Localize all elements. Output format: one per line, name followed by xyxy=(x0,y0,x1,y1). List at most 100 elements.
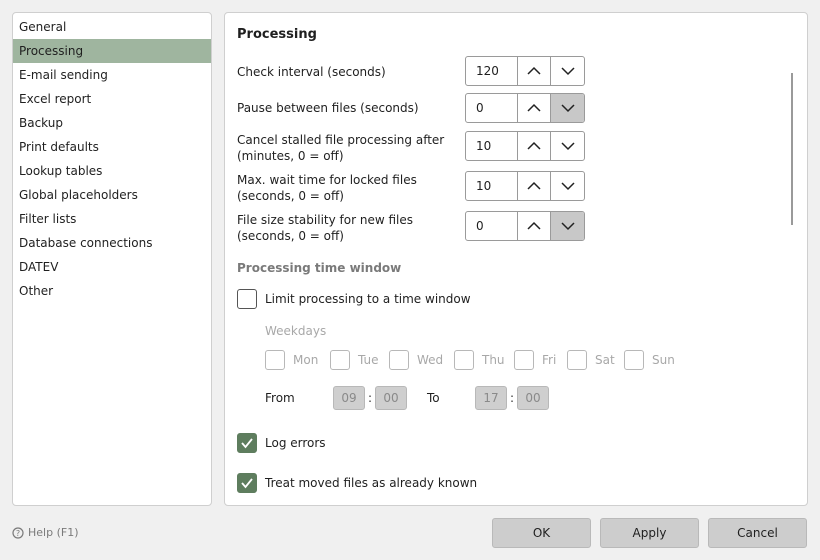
limit-time-window-row[interactable]: Limit processing to a time window xyxy=(237,289,471,309)
file-size-stability-spinner: 0 xyxy=(465,211,585,241)
weekday-checkbox[interactable] xyxy=(514,350,534,370)
to-label: To xyxy=(427,391,440,405)
chevron-up-icon xyxy=(527,141,541,150)
cancel-button[interactable]: Cancel xyxy=(708,518,807,548)
check-interval-spinner: 120 xyxy=(465,56,585,86)
check-interval-label: Check interval (seconds) xyxy=(237,65,386,79)
check-interval-input[interactable]: 120 xyxy=(466,57,518,85)
weekday-checkbox[interactable] xyxy=(265,350,285,370)
weekday-label: Tue xyxy=(358,353,379,367)
cancel-stalled-input[interactable]: 10 xyxy=(466,132,518,160)
sidebar-item-email-sending[interactable]: E-mail sending xyxy=(13,63,211,87)
weekday-sat[interactable]: Sat xyxy=(567,350,624,370)
checkmark-icon xyxy=(241,438,253,449)
file-size-stability-label: File size stability for new files (secon… xyxy=(237,213,413,243)
increment-button[interactable] xyxy=(518,57,551,85)
weekday-tue[interactable]: Tue xyxy=(330,350,389,370)
panel-title: Processing xyxy=(237,27,317,42)
weekday-label: Wed xyxy=(417,353,444,367)
sidebar-item-datev[interactable]: DATEV xyxy=(13,255,211,279)
help-link[interactable]: ? Help (F1) xyxy=(12,526,78,539)
chevron-down-icon xyxy=(560,222,575,231)
sidebar-item-database-connections[interactable]: Database connections xyxy=(13,231,211,255)
increment-button[interactable] xyxy=(518,212,551,240)
sidebar-item-lookup-tables[interactable]: Lookup tables xyxy=(13,159,211,183)
from-hour-input[interactable]: 09 xyxy=(333,386,365,410)
treat-moved-files-row[interactable]: Treat moved files as already known xyxy=(237,473,477,493)
sidebar-item-filter-lists[interactable]: Filter lists xyxy=(13,207,211,231)
increment-button[interactable] xyxy=(518,172,551,200)
max-wait-locked-label: Max. wait time for locked files (seconds… xyxy=(237,173,417,203)
chevron-down-icon xyxy=(560,142,575,151)
decrement-button[interactable] xyxy=(551,212,584,240)
sidebar-item-print-defaults[interactable]: Print defaults xyxy=(13,135,211,159)
sidebar-item-excel-report[interactable]: Excel report xyxy=(13,87,211,111)
sidebar-item-backup[interactable]: Backup xyxy=(13,111,211,135)
weekday-fri[interactable]: Fri xyxy=(514,350,567,370)
decrement-button[interactable] xyxy=(551,172,584,200)
apply-button[interactable]: Apply xyxy=(600,518,699,548)
processing-panel: Processing Check interval (seconds) 120 … xyxy=(224,12,808,506)
increment-button[interactable] xyxy=(518,94,551,122)
to-hour-input[interactable]: 17 xyxy=(475,386,507,410)
cancel-stalled-spinner: 10 xyxy=(465,131,585,161)
weekday-checkbox[interactable] xyxy=(624,350,644,370)
pause-between-files-input[interactable]: 0 xyxy=(466,94,518,122)
weekday-checkbox[interactable] xyxy=(389,350,409,370)
weekday-checkbox[interactable] xyxy=(454,350,474,370)
chevron-up-icon xyxy=(527,221,541,230)
weekday-checkbox[interactable] xyxy=(567,350,587,370)
sidebar-item-global-placeholders[interactable]: Global placeholders xyxy=(13,183,211,207)
weekday-thu[interactable]: Thu xyxy=(454,350,514,370)
chevron-down-icon xyxy=(560,67,575,76)
to-minute-input[interactable]: 00 xyxy=(517,386,549,410)
chevron-up-icon xyxy=(527,66,541,75)
file-size-stability-input[interactable]: 0 xyxy=(466,212,518,240)
chevron-up-icon xyxy=(527,103,541,112)
time-range-row: From 09 : 00 To 17 : 00 xyxy=(265,386,549,410)
weekday-label: Thu xyxy=(482,353,505,367)
decrement-button[interactable] xyxy=(551,132,584,160)
treat-moved-files-label: Treat moved files as already known xyxy=(265,476,478,490)
limit-time-window-label: Limit processing to a time window xyxy=(265,292,471,306)
ok-button[interactable]: OK xyxy=(492,518,591,548)
max-wait-locked-input[interactable]: 10 xyxy=(466,172,518,200)
svg-text:?: ? xyxy=(16,529,20,538)
help-icon: ? xyxy=(12,526,24,539)
chevron-down-icon xyxy=(560,182,575,191)
weekday-wed[interactable]: Wed xyxy=(389,350,454,370)
chevron-down-icon xyxy=(560,104,575,113)
weekday-label: Sun xyxy=(652,353,675,367)
vertical-scrollbar[interactable] xyxy=(791,73,793,225)
weekday-label: Mon xyxy=(293,353,319,367)
weekday-mon[interactable]: Mon xyxy=(265,350,330,370)
weekdays-row: Mon Tue Wed Thu Fri Sat Sun xyxy=(265,350,684,370)
sidebar-item-general[interactable]: General xyxy=(13,15,211,39)
weekday-label: Fri xyxy=(542,353,557,367)
checkmark-icon xyxy=(241,478,253,489)
sidebar-item-processing[interactable]: Processing xyxy=(13,39,211,63)
from-label: From xyxy=(265,391,295,405)
time-separator: : xyxy=(367,391,373,405)
limit-time-window-checkbox[interactable] xyxy=(237,289,257,309)
pause-between-files-spinner: 0 xyxy=(465,93,585,123)
chevron-up-icon xyxy=(527,181,541,190)
weekdays-label: Weekdays xyxy=(265,324,327,338)
weekday-label: Sat xyxy=(595,353,615,367)
help-label: Help (F1) xyxy=(28,526,79,539)
weekday-checkbox[interactable] xyxy=(330,350,350,370)
log-errors-checkbox[interactable] xyxy=(237,433,257,453)
settings-sidebar: General Processing E-mail sending Excel … xyxy=(12,12,212,506)
pause-between-files-label: Pause between files (seconds) xyxy=(237,101,419,115)
log-errors-row[interactable]: Log errors xyxy=(237,433,326,453)
increment-button[interactable] xyxy=(518,132,551,160)
treat-moved-files-checkbox[interactable] xyxy=(237,473,257,493)
sidebar-item-other[interactable]: Other xyxy=(13,279,211,303)
decrement-button[interactable] xyxy=(551,94,584,122)
decrement-button[interactable] xyxy=(551,57,584,85)
max-wait-locked-spinner: 10 xyxy=(465,171,585,201)
weekday-sun[interactable]: Sun xyxy=(624,350,684,370)
time-separator: : xyxy=(509,391,515,405)
time-window-section-title: Processing time window xyxy=(237,261,402,275)
from-minute-input[interactable]: 00 xyxy=(375,386,407,410)
